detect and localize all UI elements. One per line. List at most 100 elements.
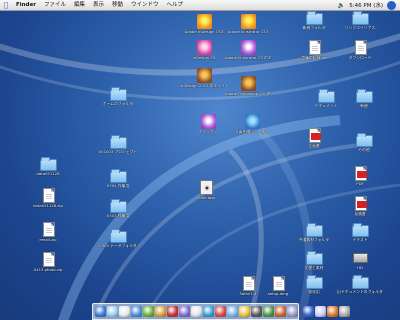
dock-app-icon[interactable] bbox=[119, 306, 130, 317]
desktop-icon-indesign-cs[interactable]: Adobe InDesign CS3 bbox=[184, 14, 224, 35]
dock-app-icon[interactable] bbox=[107, 306, 118, 317]
desktop-icon-doc-top2[interactable]: ダウンロード bbox=[340, 40, 380, 61]
desktop-icon-folder-right2[interactable]: 新規 bbox=[344, 88, 384, 109]
desktop-icon-doc-far3[interactable]: email.zip bbox=[28, 222, 68, 243]
desktop-icon-indesign-2-alias[interactable]: InDesign 2.0.2 のエイリアス bbox=[181, 68, 227, 89]
application-icon bbox=[240, 76, 257, 91]
dock-app-icon[interactable] bbox=[275, 306, 286, 317]
desktop-icon-label: 共通素材フォルダ bbox=[298, 238, 330, 242]
desktop-icon-label: ステッカー bbox=[198, 130, 218, 134]
dock-app-icon[interactable] bbox=[167, 306, 178, 317]
folder-icon bbox=[109, 228, 127, 243]
desktop-icon-doc-top1[interactable]: 会議の記録.txt bbox=[294, 40, 334, 61]
menu-file[interactable]: ファイル bbox=[40, 0, 70, 11]
desktop-icon-folder-top2[interactable]: リンクエイリアス bbox=[340, 10, 380, 31]
desktop-icon-folder-left5[interactable]: 0304 データフォルダ bbox=[98, 228, 138, 249]
desktop-icon-pdf-3[interactable]: 見積書 bbox=[340, 196, 380, 217]
menu-window[interactable]: ウインドウ bbox=[127, 0, 163, 11]
desktop-icon-doc-far4[interactable]: 0413 photo.zip bbox=[28, 252, 68, 273]
desktop-icon-label: data051128.zip bbox=[33, 204, 63, 208]
dock-app-icon[interactable] bbox=[315, 306, 326, 317]
dock-app-icon[interactable] bbox=[303, 306, 314, 317]
folder-icon bbox=[355, 88, 373, 103]
dock-app-icon[interactable] bbox=[215, 306, 226, 317]
desktop-icon-label: email.zip bbox=[39, 238, 57, 242]
dock-app-icon[interactable] bbox=[179, 306, 190, 317]
desktop-icon-folder-right5[interactable]: テキスト bbox=[340, 222, 380, 243]
desktop-icon-folder-left1[interactable]: ホームのフォルダ bbox=[98, 86, 138, 107]
application-icon bbox=[198, 180, 215, 195]
desktop-icon-label: 0303 作業用 bbox=[106, 214, 130, 218]
desktop-icon-doc-far2[interactable]: data051128.zip bbox=[28, 188, 68, 209]
volume-icon[interactable]: 🔈 bbox=[338, 2, 345, 9]
pdf-document-icon bbox=[352, 166, 369, 181]
desktop-icon-folder-right3[interactable]: その他 bbox=[344, 132, 384, 153]
desktop-icon-label: Adobe InDesign CS3 bbox=[184, 30, 224, 34]
desktop-icon-illustrator-cs[interactable]: Adobe Illustrator CS3 bbox=[228, 14, 268, 35]
menu-go[interactable]: 移動 bbox=[108, 0, 127, 11]
desktop-icon-folder-right4[interactable]: 共通素材フォルダ bbox=[294, 222, 334, 243]
folder-icon bbox=[305, 274, 323, 289]
dock-app-icon[interactable] bbox=[263, 306, 274, 317]
folder-icon bbox=[355, 132, 373, 147]
desktop-icon-script-center[interactable]: Ruler.app bbox=[186, 180, 226, 201]
desktop-icon-folder-left3[interactable]: 0304 作業用 bbox=[98, 168, 138, 189]
desktop-icon-label: テキスト bbox=[352, 238, 368, 242]
folder-icon bbox=[109, 198, 127, 213]
pdf-document-icon bbox=[306, 128, 323, 143]
desktop-icon-label: Adobe Photoshop 7.0 のエイリアス bbox=[225, 92, 271, 96]
desktop-icon-label: ドキュメント bbox=[314, 104, 338, 108]
desktop-icon-pdf-1[interactable]: 企画書 bbox=[294, 128, 334, 149]
dock-app-icon[interactable] bbox=[227, 306, 238, 317]
desktop-icon-label: setup.dmg bbox=[267, 292, 289, 296]
menu-edit[interactable]: 編集 bbox=[70, 0, 89, 11]
folder-icon bbox=[305, 10, 323, 25]
dock bbox=[92, 303, 350, 320]
folder-icon bbox=[351, 222, 369, 237]
menu-finder[interactable]: Finder bbox=[12, 0, 40, 11]
desktop-icon-disk-1[interactable]: HD bbox=[340, 250, 380, 271]
desktop-icon-label: HD bbox=[357, 266, 363, 270]
dock-app-icon[interactable] bbox=[191, 306, 202, 317]
desktop-icon-indesign-cs-short[interactable]: InDesign CS bbox=[184, 40, 224, 61]
desktop-icon-illustrator-cs-alias[interactable]: Adobe Illustrator CS のエイリアス bbox=[225, 40, 271, 61]
desktop-icon-label: 旧ドキュメントのフォルダ bbox=[337, 290, 383, 294]
desktop-icon-folder-bottom[interactable]: 旧ドキュメントのフォルダ bbox=[337, 274, 383, 295]
apple-menu-icon[interactable]:  bbox=[0, 1, 12, 9]
menu-help[interactable]: ヘルプ bbox=[163, 0, 188, 11]
trash-dock-icon[interactable] bbox=[339, 306, 350, 317]
menubar-clock[interactable]: 5:46 PM (水) bbox=[349, 1, 383, 9]
folder-icon bbox=[305, 222, 323, 237]
menu-extras: 🔈 5:46 PM (水) bbox=[338, 0, 400, 10]
desktop-icon-doc-bottom2[interactable]: setup.dmg bbox=[258, 276, 298, 297]
desktop-icon-scrap[interactable]: ステッカー bbox=[188, 114, 228, 135]
desktop[interactable]:  Finder ファイル 編集 表示 移動 ウインドウ ヘルプ 🔈 5:46 … bbox=[0, 0, 400, 320]
desktop-icon-photoshop-alias[interactable]: Adobe Photoshop 7.0 のエイリアス bbox=[225, 76, 271, 97]
dock-app-icon[interactable] bbox=[131, 306, 142, 317]
dock-app-icon[interactable] bbox=[203, 306, 214, 317]
finder-dock-icon[interactable] bbox=[95, 306, 106, 317]
menu-view[interactable]: 表示 bbox=[89, 0, 108, 11]
spotlight-icon[interactable] bbox=[387, 0, 396, 10]
desktop-icon-pdf-2[interactable]: PDF bbox=[340, 166, 380, 187]
menubar:  Finder ファイル 編集 表示 移動 ウインドウ ヘルプ 🔈 5:46 … bbox=[0, 0, 400, 11]
desktop-icon-label: 新規フォルダ bbox=[302, 26, 326, 30]
desktop-icon-folder-top1[interactable]: 新規フォルダ bbox=[294, 10, 334, 31]
dock-app-icon[interactable] bbox=[143, 306, 154, 317]
folder-icon bbox=[351, 10, 369, 25]
folder-icon bbox=[39, 156, 57, 171]
desktop-icon-folder-left4[interactable]: 0303 作業用 bbox=[98, 198, 138, 219]
dock-app-icon[interactable] bbox=[251, 306, 262, 317]
desktop-icon-folder-right6[interactable]: 文書と素材 bbox=[294, 250, 334, 271]
desktop-icon-compress[interactable]: 写真を縮小して送る bbox=[232, 114, 272, 135]
dock-app-icon[interactable] bbox=[239, 306, 250, 317]
desktop-icon-folder-right1[interactable]: ドキュメント bbox=[306, 88, 346, 109]
desktop-icon-folder-left2[interactable]: 001003 プロジェクト bbox=[98, 134, 138, 155]
dock-app-icon[interactable] bbox=[155, 306, 166, 317]
document-icon bbox=[270, 276, 287, 291]
desktop-icon-folder-right7[interactable]: 保存用 bbox=[294, 274, 334, 295]
dock-app-icon[interactable] bbox=[287, 306, 298, 317]
dock-app-icon[interactable] bbox=[327, 306, 338, 317]
desktop-icon-folder-far1[interactable]: data051128 bbox=[28, 156, 68, 177]
folder-icon bbox=[109, 134, 127, 149]
